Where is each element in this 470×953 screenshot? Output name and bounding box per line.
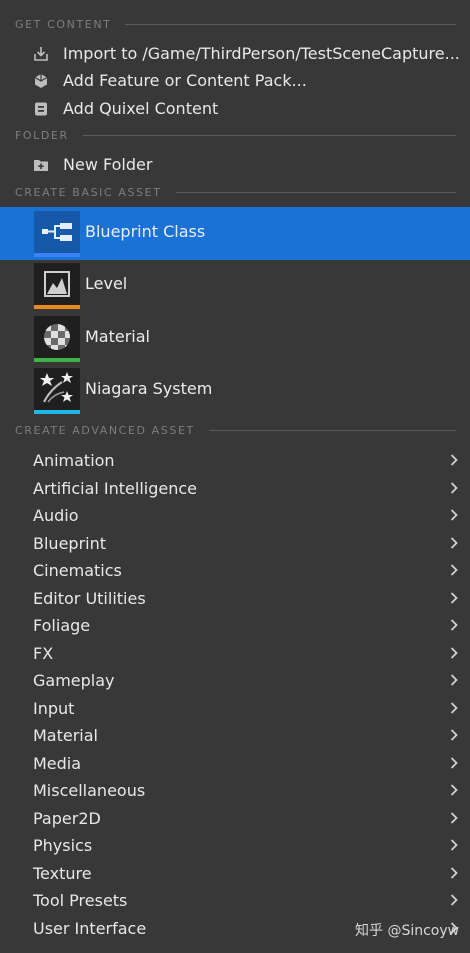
blueprint-class-thumbnail bbox=[34, 211, 80, 253]
section-header-get-content: GET CONTENT bbox=[15, 17, 456, 31]
submenu-item-label: Tool Presets bbox=[33, 891, 128, 910]
section-header-create-advanced-asset: CREATE ADVANCED ASSET bbox=[15, 423, 456, 437]
submenu-item-label: Media bbox=[33, 753, 82, 773]
submenu-item-label: Audio bbox=[33, 506, 79, 525]
chevron-right-icon bbox=[450, 536, 458, 549]
level-thumbnail bbox=[34, 263, 80, 305]
menu-item-label: Level bbox=[85, 274, 128, 293]
submenu-item-animation[interactable]: Animation bbox=[0, 447, 470, 474]
submenu-item-label: Blueprint bbox=[33, 533, 106, 553]
menu-item-add-feature-pack[interactable]: Add Feature or Content Pack... bbox=[0, 67, 470, 94]
chevron-right-icon bbox=[450, 811, 458, 824]
submenu-item-physics[interactable]: Physics bbox=[0, 832, 470, 859]
submenu-item-material[interactable]: Material bbox=[0, 722, 470, 749]
asset-type-color-bar bbox=[34, 253, 80, 257]
menu-item-import[interactable]: Import to /Game/ThirdPerson/TestSceneCap… bbox=[0, 40, 470, 67]
submenu-item-cinematics[interactable]: Cinematics bbox=[0, 557, 470, 584]
section-divider bbox=[82, 134, 456, 136]
section-divider bbox=[208, 429, 456, 431]
submenu-item-artificial-intelligence[interactable]: Artificial Intelligence bbox=[0, 475, 470, 502]
section-label: GET CONTENT bbox=[15, 17, 112, 31]
section-label: CREATE BASIC ASSET bbox=[15, 185, 162, 199]
blueprint-class-icon bbox=[42, 223, 72, 241]
submenu-item-label: Animation bbox=[33, 451, 115, 470]
content-browser-add-menu: GET CONTENT Import to /Game/ThirdPerson/… bbox=[0, 0, 470, 953]
chevron-right-icon bbox=[450, 646, 458, 659]
submenu-item-label: Editor Utilities bbox=[33, 588, 146, 608]
menu-item-add-quixel[interactable]: Add Quixel Content bbox=[0, 95, 470, 122]
chevron-right-icon bbox=[450, 481, 458, 494]
chevron-right-icon bbox=[450, 839, 458, 851]
asset-type-color-bar bbox=[34, 410, 80, 414]
submenu-item-label: Material bbox=[33, 726, 98, 745]
submenu-item-media[interactable]: Media bbox=[0, 750, 470, 777]
submenu-item-texture[interactable]: Texture bbox=[0, 860, 470, 887]
submenu-item-miscellaneous[interactable]: Miscellaneous bbox=[0, 777, 470, 804]
content-pack-icon bbox=[34, 74, 48, 88]
menu-item-label: Add Quixel Content bbox=[63, 99, 219, 118]
submenu-item-tool-presets[interactable]: Tool Presets bbox=[0, 887, 470, 914]
asset-type-color-bar bbox=[34, 358, 80, 362]
material-thumbnail bbox=[34, 316, 80, 358]
level-icon bbox=[44, 271, 70, 297]
submenu-item-label: Foliage bbox=[33, 616, 91, 635]
section-divider bbox=[125, 23, 456, 25]
menu-item-niagara-system[interactable]: Niagara System bbox=[0, 364, 470, 417]
submenu-item-input[interactable]: Input bbox=[0, 695, 470, 722]
new-folder-icon bbox=[34, 160, 48, 171]
submenu-item-label: Gameplay bbox=[33, 671, 115, 690]
chevron-right-icon bbox=[450, 729, 458, 741]
menu-item-label: Import to /Game/ThirdPerson/TestSceneCap… bbox=[63, 44, 460, 63]
section-label: FOLDER bbox=[15, 128, 69, 142]
chevron-right-icon bbox=[450, 784, 458, 796]
submenu-item-label: Cinematics bbox=[33, 561, 122, 580]
quixel-icon bbox=[35, 102, 47, 116]
submenu-item-paper2d[interactable]: Paper2D bbox=[0, 805, 470, 832]
submenu-item-editor-utilities[interactable]: Editor Utilities bbox=[0, 585, 470, 612]
submenu-item-label: Physics bbox=[33, 836, 93, 855]
section-header-folder: FOLDER bbox=[15, 128, 456, 142]
menu-item-blueprint-class[interactable]: Blueprint Class bbox=[0, 207, 470, 260]
niagara-system-thumbnail bbox=[34, 368, 80, 410]
chevron-right-icon bbox=[450, 866, 458, 879]
menu-item-label: Niagara System bbox=[85, 379, 213, 398]
menu-item-new-folder[interactable]: New Folder bbox=[0, 151, 470, 178]
chevron-right-icon bbox=[450, 509, 458, 521]
submenu-item-label: Artificial Intelligence bbox=[33, 478, 197, 498]
menu-item-label: New Folder bbox=[63, 155, 153, 174]
chevron-right-icon bbox=[450, 756, 458, 769]
chevron-right-icon bbox=[450, 674, 458, 686]
section-label: CREATE ADVANCED ASSET bbox=[15, 423, 195, 437]
section-divider bbox=[175, 191, 456, 193]
chevron-right-icon bbox=[450, 619, 458, 631]
menu-item-label: Blueprint Class bbox=[85, 222, 206, 241]
chevron-right-icon bbox=[450, 591, 458, 604]
submenu-item-audio[interactable]: Audio bbox=[0, 502, 470, 529]
submenu-item-blueprint[interactable]: Blueprint bbox=[0, 530, 470, 557]
menu-item-level[interactable]: Level bbox=[0, 259, 470, 312]
section-header-create-basic-asset: CREATE BASIC ASSET bbox=[15, 185, 456, 199]
submenu-item-label: FX bbox=[33, 643, 54, 663]
submenu-item-label: Texture bbox=[33, 863, 92, 883]
material-icon bbox=[44, 324, 70, 350]
watermark: 知乎 @Sincoyw bbox=[355, 923, 460, 939]
submenu-item-fx[interactable]: FX bbox=[0, 640, 470, 667]
chevron-right-icon bbox=[450, 894, 458, 906]
chevron-right-icon bbox=[450, 454, 458, 466]
chevron-right-icon bbox=[450, 564, 458, 576]
import-icon bbox=[34, 47, 48, 61]
submenu-item-label: Paper2D bbox=[33, 808, 101, 828]
menu-item-label: Material bbox=[85, 327, 150, 346]
submenu-item-label: Miscellaneous bbox=[33, 781, 146, 800]
submenu-item-label: User Interface bbox=[33, 918, 147, 938]
asset-type-color-bar bbox=[34, 305, 80, 309]
chevron-right-icon bbox=[450, 701, 458, 714]
submenu-item-gameplay[interactable]: Gameplay bbox=[0, 667, 470, 694]
menu-item-label: Add Feature or Content Pack... bbox=[63, 71, 307, 90]
menu-item-material[interactable]: Material bbox=[0, 312, 470, 365]
submenu-item-foliage[interactable]: Foliage bbox=[0, 612, 470, 639]
submenu-item-label: Input bbox=[33, 698, 75, 718]
niagara-system-icon bbox=[40, 372, 73, 403]
